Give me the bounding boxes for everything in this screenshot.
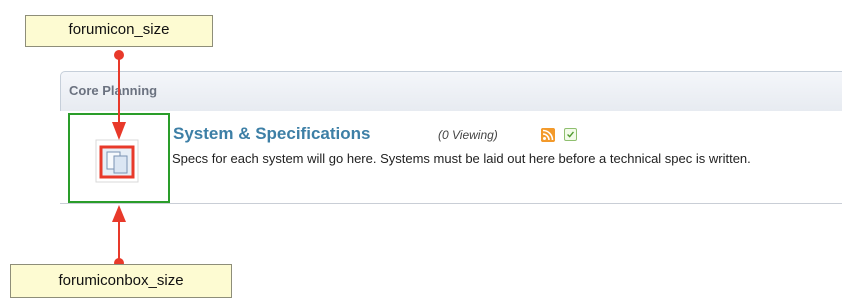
forum-icon-box [68,113,170,203]
subscribe-check-icon[interactable] [564,128,577,141]
top-callout-anchor-dot [114,50,124,60]
bottom-callout-arrowhead [112,205,126,222]
forumicon-size-label: forumicon_size [68,21,170,38]
section-header[interactable]: Core Planning [60,71,842,111]
forumiconbox-size-callout: forumiconbox_size [10,264,232,298]
row-divider [60,203,842,204]
forum-description: Specs for each system will go here. Syst… [172,151,751,166]
forum-title-link[interactable]: System & Specifications [173,124,370,144]
rss-icon[interactable] [541,128,555,142]
forumiconbox-size-label: forumiconbox_size [58,272,184,289]
viewing-count: (0 Viewing) [438,128,498,142]
section-title[interactable]: Core Planning [69,83,157,98]
forumicon-size-callout: forumicon_size [25,15,213,47]
